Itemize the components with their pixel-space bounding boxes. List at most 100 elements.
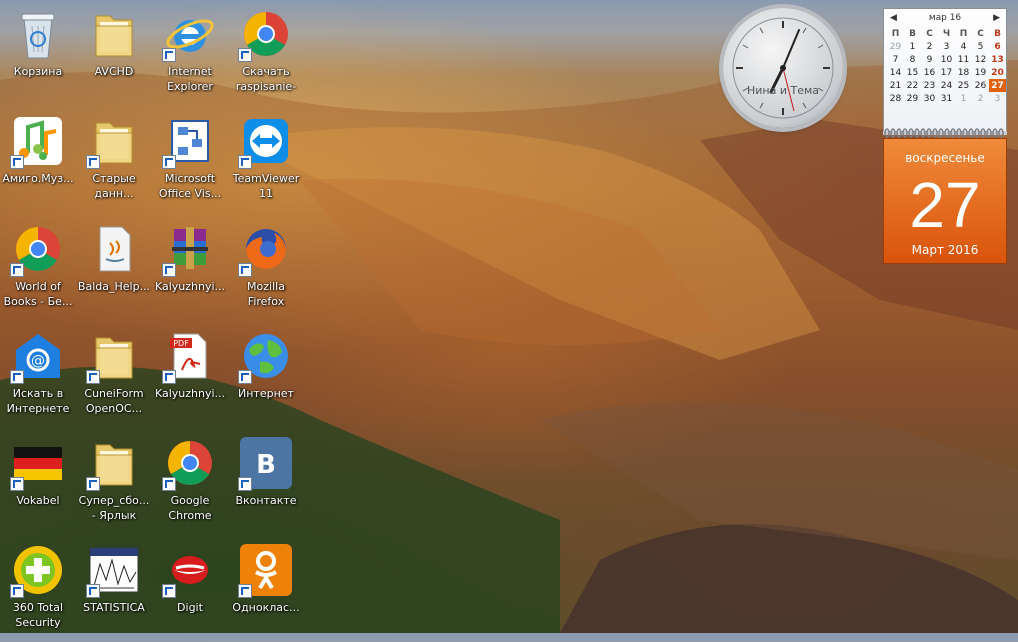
calendar-day-cell[interactable]: 26 [972, 79, 989, 92]
shortcut-arrow-icon [162, 584, 176, 598]
desktop-icon-label: Balda_Help... [77, 280, 151, 293]
desktop-icon-label: Амиго.Муз... [2, 172, 74, 185]
calendar-day-cell[interactable]: 7 [887, 53, 904, 66]
desktop-icon[interactable]: B Вконтакте [228, 433, 304, 535]
calendar-weekday-header: С [926, 28, 933, 39]
clock-face-icon [732, 17, 834, 119]
calendar-day-cell[interactable]: 3 [989, 92, 1006, 105]
calendar-day-cell[interactable]: 14 [887, 66, 904, 79]
calendar-day-cell[interactable]: 21 [887, 79, 904, 92]
calendar-day-cell[interactable]: 6 [989, 40, 1006, 53]
desktop-icon[interactable]: Google Chrome [152, 433, 228, 535]
calendar-day-cell[interactable]: 24 [938, 79, 955, 92]
desktop-icon[interactable]: Vokabel [0, 433, 76, 535]
desktop-icon[interactable]: @ Искать в Интернете [0, 326, 76, 428]
clock-gadget[interactable]: Нина и Тема [723, 8, 843, 128]
calendar-day-cell[interactable]: 3 [938, 40, 955, 53]
desktop-icon[interactable]: 360 Total Security [0, 540, 76, 642]
desktop-icon[interactable]: Амиго.Муз... [0, 111, 76, 213]
calendar-day-cell[interactable]: 2 [921, 40, 938, 53]
calendar-day-cell[interactable]: 9 [921, 53, 938, 66]
desktop-icon[interactable]: Internet Explorer [152, 4, 228, 106]
calendar-day-cell[interactable]: 17 [938, 66, 955, 79]
calendar-day-cell[interactable]: 12 [972, 53, 989, 66]
desktop-icon[interactable]: Старые данн... [76, 111, 152, 213]
shortcut-arrow-icon [238, 584, 252, 598]
desktop-icon-label: Digit [177, 601, 203, 614]
desktop-icon-label: STATISTICA [83, 601, 145, 614]
desktop-icon[interactable]: Супер_сбо... - Ярлык [76, 433, 152, 535]
shortcut-arrow-icon [10, 584, 24, 598]
desktop-icon-label: World of Books - Бе... [3, 280, 73, 308]
calendar-weekday-header: В [909, 28, 916, 39]
svg-text:@: @ [31, 353, 45, 369]
calendar-month-label: мар 16 [928, 13, 962, 23]
shortcut-arrow-icon [86, 477, 100, 491]
desktop-icon[interactable]: TeamViewer 11 [228, 111, 304, 213]
desktop-icon-label: Vokabel [16, 494, 60, 507]
desktop-icon[interactable]: Корзина [0, 4, 76, 106]
calendar-day-cell[interactable]: 13 [989, 53, 1006, 66]
calendar-day-cell[interactable]: 25 [955, 79, 972, 92]
desktop-icon[interactable]: Microsoft Office Vis... [152, 111, 228, 213]
desktop-icon[interactable]: Mozilla Firefox [228, 219, 304, 321]
calendar-day-cell[interactable]: 19 [972, 66, 989, 79]
desktop-icon[interactable]: Balda_Help... [76, 219, 152, 321]
shortcut-arrow-icon [10, 477, 24, 491]
calendar-day-cell[interactable]: 22 [904, 79, 921, 92]
desktop-icon[interactable]: Скачать raspisanie-e... [228, 4, 304, 106]
desktop-icon-label: 360 Total Security [12, 601, 64, 629]
desktop-icon[interactable]: Интернет [228, 326, 304, 428]
shortcut-arrow-icon [10, 155, 24, 169]
calendar-day-cell[interactable]: 31 [938, 92, 955, 105]
calendar-day-cell[interactable]: 23 [921, 79, 938, 92]
desktop-icon[interactable]: PDF Kalyuzhnyi... [152, 326, 228, 428]
calendar-day-cell[interactable]: 11 [955, 53, 972, 66]
desktop-icon[interactable]: Одноклас... [228, 540, 304, 642]
desktop-icon[interactable]: World of Books - Бе... [0, 219, 76, 321]
calendar-grid: П В С Ч П С В 29 1 2 3 4 5 6 7 8 9 10 11 12 13 14 15 16 17 18 19 20… [887, 27, 1006, 105]
desktop-icon-label: Одноклас... [232, 601, 300, 614]
desktop-icon[interactable]: Digit [152, 540, 228, 642]
calendar-day-cell[interactable]: 30 [921, 92, 938, 105]
calendar-weekday-header: С [977, 28, 984, 39]
calendar-day-cell[interactable]: 1 [904, 40, 921, 53]
calendar-day-cell[interactable]: 29 [887, 40, 904, 53]
calendar-day-cell[interactable]: 10 [938, 53, 955, 66]
desktop-icon-label: AVCHD [94, 65, 134, 78]
desktop-icon[interactable]: AVCHD [76, 4, 152, 106]
shortcut-arrow-icon [10, 370, 24, 384]
desktop-icon-label: Интернет [238, 387, 294, 400]
calendar-day-cell[interactable]: 18 [955, 66, 972, 79]
svg-text:B: B [256, 450, 276, 480]
calendar-day-cell[interactable]: 4 [955, 40, 972, 53]
prev-month-icon[interactable]: ◀ [890, 13, 897, 23]
shortcut-arrow-icon [162, 155, 176, 169]
calendar-day-cell[interactable]: 27 [989, 79, 1006, 92]
calendar-gadget-month[interactable]: ◀ мар 16 ▶ П В С Ч П С В 29 1 2 3 4 5 6 7 8 9 10 11 12 13 14 1… [883, 8, 1007, 132]
desktop-icon[interactable]: Kalyuzhnyi... [152, 219, 228, 321]
calendar-rings-icon [883, 128, 1007, 138]
calendar-day-cell[interactable]: 29 [904, 92, 921, 105]
desktop-icon-label: Искать в Интернете [6, 387, 70, 415]
calendar-gadget-day[interactable]: воскресенье 27 Март 2016 [883, 138, 1007, 264]
next-month-icon[interactable]: ▶ [993, 13, 1000, 23]
shortcut-arrow-icon [162, 263, 176, 277]
shortcut-arrow-icon [86, 584, 100, 598]
svg-text:PDF: PDF [173, 339, 189, 348]
desktop-icon[interactable]: STATISTICA [76, 540, 152, 642]
calendar-day-cell[interactable]: 28 [887, 92, 904, 105]
desktop-icon-label: Супер_сбо... - Ярлык [78, 494, 150, 522]
calendar-weekday-header: П [891, 28, 900, 39]
desktop-icon-label: Скачать raspisanie-e... [235, 65, 297, 96]
calendar-day-cell[interactable]: 16 [921, 66, 938, 79]
calendar-day-cell[interactable]: 8 [904, 53, 921, 66]
shortcut-arrow-icon [238, 48, 252, 62]
calendar-day-cell[interactable]: 2 [972, 92, 989, 105]
calendar-day-cell[interactable]: 15 [904, 66, 921, 79]
calendar-day-cell[interactable]: 20 [989, 66, 1006, 79]
calendar-day-cell[interactable]: 5 [972, 40, 989, 53]
desktop-icon-label: TeamViewer 11 [232, 172, 300, 200]
calendar-day-cell[interactable]: 1 [955, 92, 972, 105]
desktop-icon[interactable]: CuneiForm OpenOC... [76, 326, 152, 428]
